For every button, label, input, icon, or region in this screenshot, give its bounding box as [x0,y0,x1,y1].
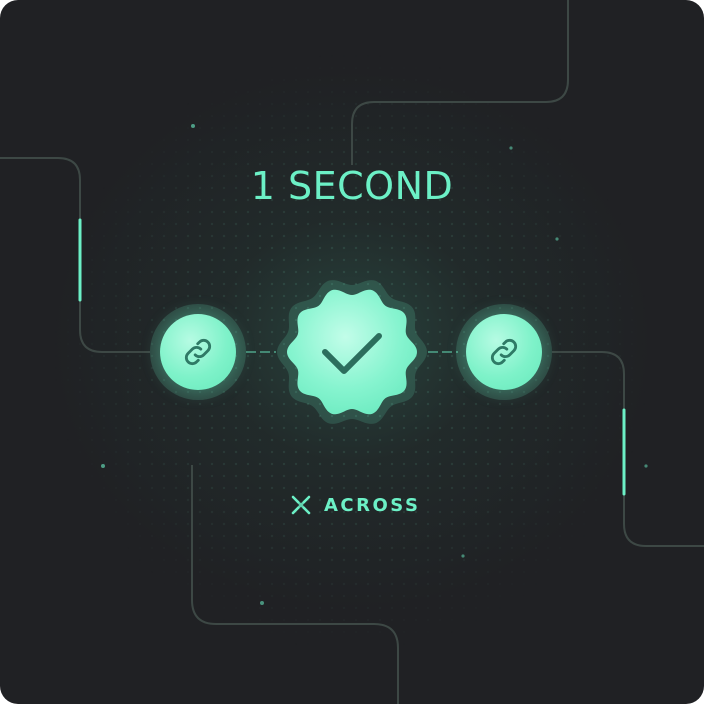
across-x-logo-icon [291,495,311,515]
brand-name: ACROSS [324,494,421,516]
sparkle-dot [260,601,264,605]
brand-logo: ACROSS [290,490,420,520]
sparkle-dot [461,554,465,558]
connector-right [428,351,458,353]
connector-left [246,351,276,353]
sparkle-dot [509,146,513,150]
circuit-line-right [552,351,704,547]
check-badge-icon [277,280,427,424]
chain-node-right [456,304,552,400]
promo-card: 1 SECOND ACROSS [0,0,704,704]
chain-node-left [150,304,246,400]
circuit-line-top-right [351,0,569,165]
sparkle-dot [644,464,648,468]
sparkle-dot [555,237,559,241]
headline: 1 SECOND [250,164,454,208]
sparkle-dot [191,124,195,128]
chain-link-icon [184,338,212,366]
sparkle-dot [101,464,105,468]
chain-link-icon [490,338,518,366]
